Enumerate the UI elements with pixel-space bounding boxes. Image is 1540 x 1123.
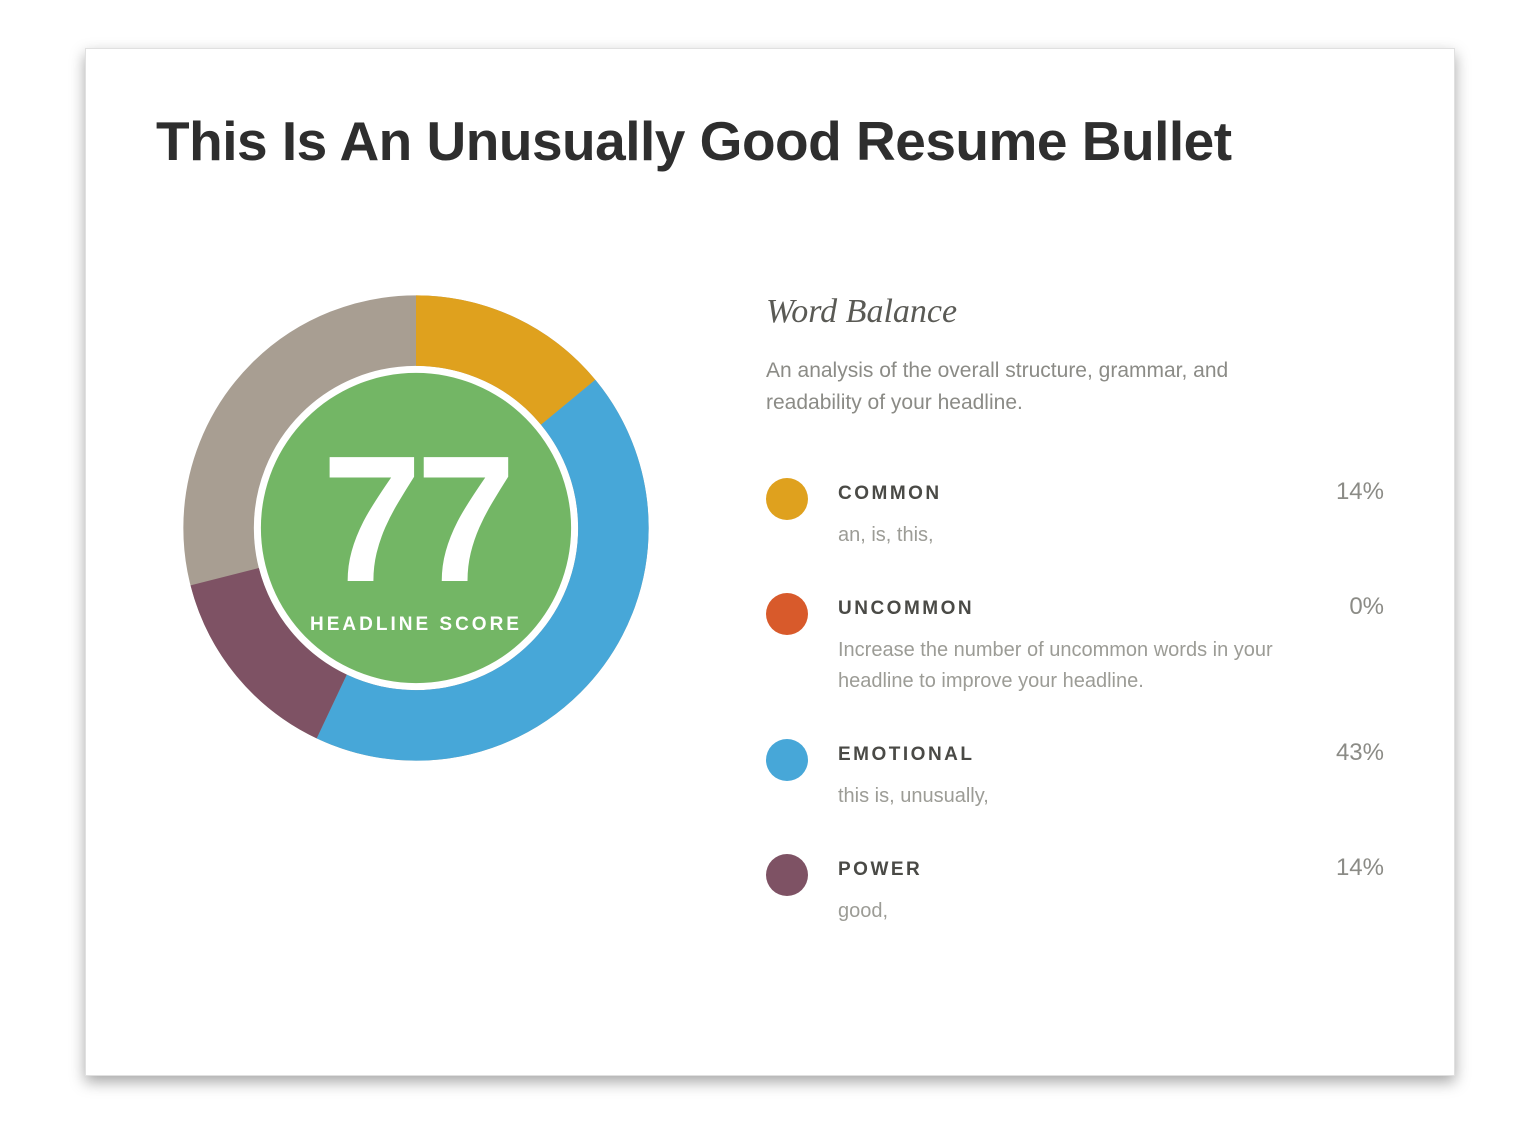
score-label: HEADLINE SCORE bbox=[310, 614, 522, 636]
category-name: POWER bbox=[838, 859, 922, 881]
category-detail: good, bbox=[838, 896, 1338, 927]
category-common: COMMON 14% an, is, this, bbox=[766, 478, 1384, 551]
common-dot-icon bbox=[766, 478, 808, 520]
category-name: COMMON bbox=[838, 483, 942, 505]
category-main: COMMON 14% an, is, this, bbox=[838, 478, 1384, 551]
category-detail: Increase the number of uncommon words in… bbox=[838, 635, 1338, 697]
category-list: COMMON 14% an, is, this, UNCOMMON 0% Increase… bbox=[766, 478, 1384, 927]
analysis-card: This Is An Unusually Good Resume Bullet … bbox=[85, 48, 1455, 1076]
section-desc: An analysis of the overall structure, gr… bbox=[766, 355, 1326, 420]
category-header: POWER 14% bbox=[838, 854, 1384, 882]
gauge-area: 77 HEADLINE SCORE bbox=[156, 293, 676, 763]
score-value: 77 bbox=[322, 430, 510, 610]
category-name: UNCOMMON bbox=[838, 598, 974, 620]
category-main: POWER 14% good, bbox=[838, 854, 1384, 927]
section-title: Word Balance bbox=[766, 293, 1384, 331]
category-header: COMMON 14% bbox=[838, 478, 1384, 506]
uncommon-dot-icon bbox=[766, 593, 808, 635]
page-title: This Is An Unusually Good Resume Bullet bbox=[156, 109, 1384, 173]
power-dot-icon bbox=[766, 854, 808, 896]
headline-score-gauge: 77 HEADLINE SCORE bbox=[181, 293, 651, 763]
content-row: 77 HEADLINE SCORE Word Balance An analys… bbox=[156, 293, 1384, 969]
category-pct: 14% bbox=[1336, 854, 1384, 882]
category-pct: 43% bbox=[1336, 739, 1384, 767]
category-main: UNCOMMON 0% Increase the number of uncommo… bbox=[838, 593, 1384, 697]
category-detail: this is, unusually, bbox=[838, 781, 1338, 812]
category-name: EMOTIONAL bbox=[838, 744, 975, 766]
emotional-dot-icon bbox=[766, 739, 808, 781]
category-detail: an, is, this, bbox=[838, 520, 1338, 551]
category-header: EMOTIONAL 43% bbox=[838, 739, 1384, 767]
category-header: UNCOMMON 0% bbox=[838, 593, 1384, 621]
category-uncommon: UNCOMMON 0% Increase the number of uncommo… bbox=[766, 593, 1384, 697]
word-balance-panel: Word Balance An analysis of the overall … bbox=[766, 293, 1384, 969]
category-emotional: EMOTIONAL 43% this is, unusually, bbox=[766, 739, 1384, 812]
category-power: POWER 14% good, bbox=[766, 854, 1384, 927]
gauge-center: 77 HEADLINE SCORE bbox=[181, 293, 651, 763]
category-main: EMOTIONAL 43% this is, unusually, bbox=[838, 739, 1384, 812]
category-pct: 14% bbox=[1336, 478, 1384, 506]
category-pct: 0% bbox=[1349, 593, 1384, 621]
